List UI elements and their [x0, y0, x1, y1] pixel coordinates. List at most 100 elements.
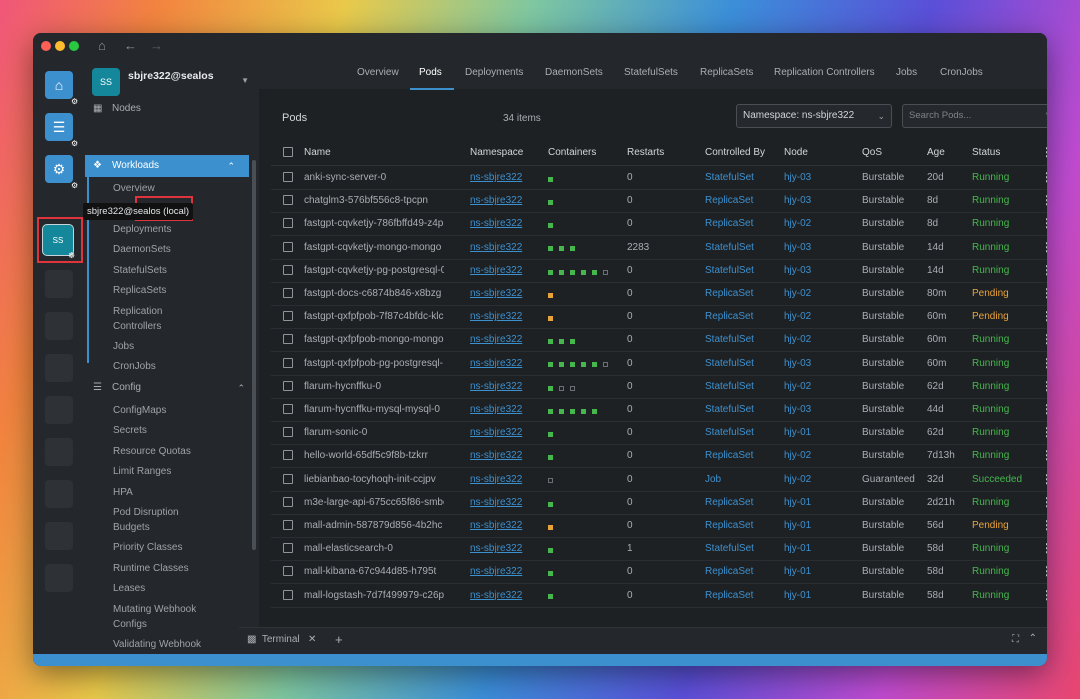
sidebar-subitem-daemonsets[interactable]: DaemonSets — [113, 242, 233, 257]
containers-indicator[interactable] — [548, 313, 559, 324]
row-checkbox[interactable] — [283, 520, 293, 530]
controller-link[interactable]: StatefulSet — [705, 242, 775, 253]
hotbar-empty-slot[interactable] — [45, 480, 73, 508]
controller-link[interactable]: StatefulSet — [705, 427, 775, 438]
tab-replication-controllers[interactable]: Replication Controllers — [774, 67, 875, 78]
table-row[interactable]: fastgpt-cqvketjy-mongo-mongo ns-sbjre322 2… — [271, 236, 1047, 260]
hotbar-empty-slot[interactable] — [45, 564, 73, 592]
containers-indicator[interactable] — [548, 592, 559, 603]
table-row[interactable]: flarum-hycnffku-0 ns-sbjre322 0 StatefulSet… — [271, 375, 1047, 399]
hotbar-catalog-button[interactable]: ☰ ⚙ — [45, 113, 78, 148]
home-icon[interactable]: ⌂ — [98, 38, 106, 53]
row-checkbox[interactable] — [283, 543, 293, 554]
namespace-link[interactable]: ns-sbjre322 — [470, 450, 540, 461]
containers-indicator[interactable] — [548, 197, 559, 208]
namespace-link[interactable]: ns-sbjre322 — [470, 474, 540, 485]
sidebar-item-workloads[interactable]: ❖ Workloads ⌃ — [85, 155, 249, 177]
controller-link[interactable]: ReplicaSet — [705, 590, 775, 601]
containers-indicator[interactable] — [548, 568, 559, 579]
chevron-up-icon[interactable]: ⌃ — [1029, 633, 1037, 644]
containers-indicator[interactable] — [548, 522, 559, 533]
node-link[interactable]: hjy-02 — [784, 450, 844, 461]
column-header-restarts[interactable]: Restarts — [627, 147, 664, 158]
close-window-button[interactable] — [41, 41, 51, 51]
tab-deployments[interactable]: Deployments — [465, 67, 523, 78]
containers-indicator[interactable] — [548, 290, 559, 301]
hotbar-empty-slot[interactable] — [45, 270, 73, 298]
controller-link[interactable]: ReplicaSet — [705, 566, 775, 577]
table-row[interactable]: mall-logstash-7d7f499979-c26p ns-sbjre322… — [271, 584, 1047, 608]
row-menu-icon[interactable]: ⋮ — [1041, 402, 1047, 416]
tab-pods[interactable]: Pods — [419, 67, 442, 78]
namespace-link[interactable]: ns-sbjre322 — [470, 427, 540, 438]
node-link[interactable]: hjy-02 — [784, 288, 844, 299]
containers-indicator[interactable] — [548, 174, 559, 185]
row-menu-icon[interactable]: ⋮ — [1041, 332, 1047, 346]
sidebar-subitem-statefulsets[interactable]: StatefulSets — [113, 263, 233, 278]
table-row[interactable]: m3e-large-api-675cc65f86-smbc ns-sbjre322… — [271, 491, 1047, 515]
node-link[interactable]: hjy-03 — [784, 195, 844, 206]
column-header-qos[interactable]: QoS — [862, 147, 882, 158]
search-icon[interactable]: ⚲ — [1046, 105, 1047, 127]
table-row[interactable]: chatglm3-576bf556c8-tpcpn ns-sbjre322 0 Rep… — [271, 189, 1047, 214]
hotbar-empty-slot[interactable] — [45, 354, 73, 382]
row-checkbox[interactable] — [283, 473, 293, 484]
namespace-link[interactable]: ns-sbjre322 — [470, 566, 540, 577]
column-menu-icon[interactable]: ⋮ — [1041, 145, 1047, 159]
column-header-age[interactable]: Age — [927, 147, 945, 158]
controller-link[interactable]: ReplicaSet — [705, 520, 775, 531]
controller-link[interactable]: ReplicaSet — [705, 497, 775, 508]
table-row[interactable]: fastgpt-cqvketjy-786fbffd49-z4p ns-sbjre3… — [271, 212, 1047, 237]
row-menu-icon[interactable]: ⋮ — [1041, 518, 1047, 532]
row-menu-icon[interactable]: ⋮ — [1041, 425, 1047, 439]
namespace-link[interactable]: ns-sbjre322 — [470, 358, 540, 369]
sidebar-subitem-limit-ranges[interactable]: Limit Ranges — [113, 464, 233, 479]
row-checkbox[interactable] — [283, 566, 293, 577]
row-menu-icon[interactable]: ⋮ — [1041, 216, 1047, 230]
row-checkbox[interactable] — [283, 450, 293, 461]
sidebar-subitem-overview[interactable]: Overview — [113, 181, 233, 196]
row-menu-icon[interactable]: ⋮ — [1041, 170, 1047, 184]
row-menu-icon[interactable]: ⋮ — [1041, 309, 1047, 323]
sidebar-subitem-pod-disruption-budgets[interactable]: Pod Disruption Budgets — [113, 505, 193, 535]
add-terminal-button[interactable]: + — [335, 632, 343, 647]
table-row[interactable]: fastgpt-docs-c6874b846-x8bzg ns-sbjre322 0… — [271, 282, 1047, 306]
controller-link[interactable]: ReplicaSet — [705, 311, 775, 322]
containers-indicator[interactable] — [548, 360, 614, 371]
node-link[interactable]: hjy-03 — [784, 242, 844, 253]
node-link[interactable]: hjy-02 — [784, 334, 844, 345]
hotbar-empty-slot[interactable] — [45, 522, 73, 550]
sidebar-subitem-mutating-webhook-configs[interactable]: Mutating Webhook Configs — [113, 602, 208, 632]
row-checkbox[interactable] — [283, 195, 293, 206]
column-header-node[interactable]: Node — [784, 147, 808, 158]
table-row[interactable]: mall-elasticsearch-0 ns-sbjre322 1 Stateful… — [271, 537, 1047, 562]
controller-link[interactable]: Job — [705, 474, 775, 485]
node-link[interactable]: hjy-03 — [784, 265, 844, 276]
column-header-name[interactable]: Name — [304, 147, 331, 158]
controller-link[interactable]: StatefulSet — [705, 334, 775, 345]
namespace-link[interactable]: ns-sbjre322 — [470, 172, 540, 183]
row-menu-icon[interactable]: ⋮ — [1041, 448, 1047, 462]
row-menu-icon[interactable]: ⋮ — [1041, 240, 1047, 254]
namespace-link[interactable]: ns-sbjre322 — [470, 404, 540, 415]
hotbar-empty-slot[interactable] — [45, 438, 73, 466]
row-checkbox[interactable] — [283, 264, 293, 275]
hotbar-empty-slot[interactable] — [45, 312, 73, 340]
fullscreen-icon[interactable]: ⛶ — [1012, 634, 1019, 645]
containers-indicator[interactable] — [548, 220, 559, 231]
sidebar-subitem-runtime-classes[interactable]: Runtime Classes — [113, 561, 233, 576]
row-checkbox[interactable] — [283, 496, 293, 507]
namespace-link[interactable]: ns-sbjre322 — [470, 242, 540, 253]
row-checkbox[interactable] — [283, 311, 293, 322]
sidebar-subitem-configmaps[interactable]: ConfigMaps — [113, 403, 233, 418]
containers-indicator[interactable] — [548, 267, 614, 278]
row-menu-icon[interactable]: ⋮ — [1041, 286, 1047, 300]
node-link[interactable]: hjy-01 — [784, 566, 844, 577]
tab-replicasets[interactable]: ReplicaSets — [700, 67, 753, 78]
sidebar-subitem-secrets[interactable]: Secrets — [113, 423, 233, 438]
node-link[interactable]: hjy-02 — [784, 381, 844, 392]
namespace-link[interactable]: ns-sbjre322 — [470, 590, 540, 601]
containers-indicator[interactable] — [548, 406, 603, 417]
row-checkbox[interactable] — [283, 241, 293, 252]
table-row[interactable]: fastgpt-qxfpfpob-7f87c4bfdc-klc ns-sbjre3… — [271, 305, 1047, 330]
